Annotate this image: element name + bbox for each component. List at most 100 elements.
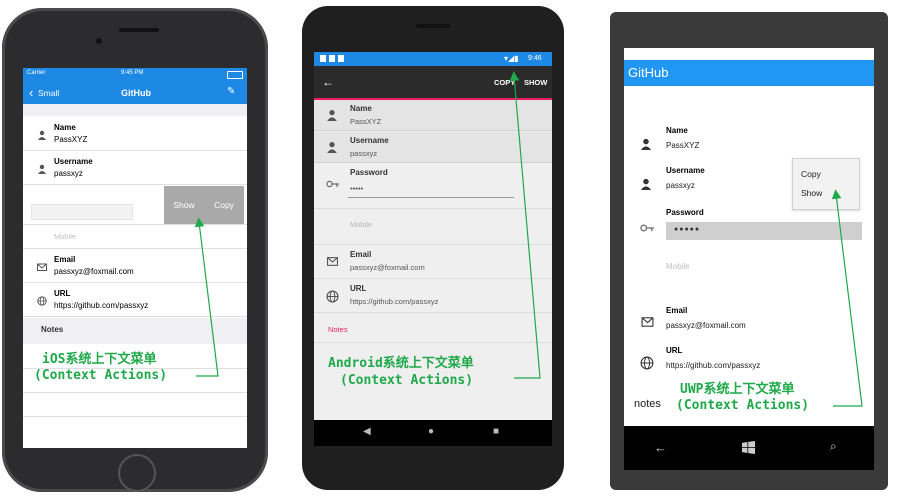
field-row-email[interactable]: Email passxyz@foxmail.com — [314, 246, 552, 279]
mail-icon — [327, 257, 338, 266]
field-label: Email — [54, 255, 76, 264]
field-label: URL — [666, 346, 683, 355]
field-value: passxyz — [350, 149, 378, 158]
recents-nav-icon[interactable]: ■ — [493, 426, 499, 437]
key-icon — [640, 224, 654, 232]
field-row-name[interactable]: Name PassXYZ — [23, 118, 247, 151]
notification-icon — [338, 55, 344, 62]
field-row-name[interactable]: Name PassXYZ — [314, 100, 552, 131]
uwp-caption-line2: (Context Actions) — [676, 398, 810, 413]
android-device: ▾◢▮ 9:46 ← COPY SHOW Name PassXYZ Userna… — [302, 6, 564, 490]
field-label: Username — [350, 136, 389, 145]
notification-icon — [320, 55, 326, 62]
copy-menu-item[interactable]: Copy — [801, 169, 821, 179]
ios-screen: Carrier 9:45 PM ‹ Small GitHub ✎ Name Pa… — [23, 68, 247, 448]
field-label: URL — [54, 289, 71, 298]
person-icon — [327, 141, 337, 153]
field-row-mobile[interactable]: Mobile — [314, 210, 552, 245]
page-title: GitHub — [628, 65, 669, 80]
copy-action-button[interactable]: Copy — [204, 186, 244, 224]
mail-icon — [641, 317, 654, 327]
status-time: 9:45 PM — [121, 70, 144, 76]
section-spacer — [23, 104, 247, 116]
password-value: ••••• — [350, 184, 364, 193]
globe-icon — [37, 296, 47, 306]
field-row-username[interactable]: Username passxyz — [314, 132, 552, 163]
mobile-placeholder: Mobile — [54, 232, 77, 241]
field-row-password-swiped[interactable]: Show Copy — [23, 186, 247, 225]
field-row-email[interactable]: Email passxyz@foxmail.com — [624, 304, 874, 340]
windows-start-icon[interactable] — [742, 441, 755, 454]
field-value: passxyz — [666, 181, 695, 190]
notes-label: Notes — [41, 325, 64, 334]
windows-nav-bar: ← ⌕ — [624, 426, 874, 470]
carrier-label: Carrier — [27, 70, 46, 76]
person-icon — [640, 138, 652, 150]
globe-icon — [640, 356, 654, 370]
field-value: passxyz@foxmail.com — [666, 321, 746, 330]
person-icon — [640, 178, 652, 190]
android-toolbar: ← COPY SHOW — [314, 66, 552, 100]
home-nav-icon[interactable]: ● — [428, 426, 434, 437]
field-value: passxyz@foxmail.com — [350, 263, 425, 272]
signal-wifi-battery-icon: ▾◢▮ — [504, 54, 519, 63]
back-nav-icon[interactable]: ◀ — [363, 426, 371, 437]
show-menu-item[interactable]: Show — [801, 188, 822, 198]
notes-section-header: Notes — [23, 318, 247, 344]
search-nav-icon[interactable]: ⌕ — [830, 439, 837, 454]
field-row-url[interactable]: URL https://github.com/passxyz — [624, 344, 874, 380]
field-value: passxyz — [54, 169, 83, 178]
back-button[interactable]: Small — [38, 88, 59, 98]
password-field[interactable]: ●●●●● — [666, 222, 862, 240]
context-menu: Copy Show — [792, 158, 860, 210]
field-label: Password — [350, 168, 388, 177]
ios-caption-line1: iOS系统上下文菜单 — [42, 352, 157, 367]
speaker-grille — [119, 28, 159, 32]
password-field[interactable] — [31, 204, 133, 220]
field-label: Name — [350, 104, 372, 113]
field-row-url[interactable]: URL https://github.com/passxyz — [23, 284, 247, 317]
field-value: PassXYZ — [54, 135, 88, 144]
uwp-caption-line1: UWP系统上下文菜单 — [680, 382, 795, 397]
speaker-grille — [416, 24, 450, 28]
field-value: https://github.com/passxyz — [666, 361, 761, 370]
person-icon — [327, 109, 337, 121]
iphone-device: Carrier 9:45 PM ‹ Small GitHub ✎ Name Pa… — [2, 8, 268, 492]
field-label: URL — [350, 284, 367, 293]
divider — [23, 392, 247, 393]
android-status-bar: ▾◢▮ 9:46 — [314, 52, 552, 66]
battery-icon — [227, 71, 243, 79]
show-action-button[interactable]: SHOW — [524, 78, 547, 87]
field-value: PassXYZ — [666, 141, 700, 150]
field-label: Username — [54, 157, 93, 166]
android-caption-line2: (Context Actions) — [340, 373, 474, 388]
field-row-mobile[interactable]: Mobile — [23, 226, 247, 249]
android-caption-line1: Android系统上下文菜单 — [328, 356, 474, 371]
copy-action-button[interactable]: COPY — [494, 78, 515, 87]
field-row-email[interactable]: Email passxyz@foxmail.com — [23, 250, 247, 283]
mail-icon — [37, 263, 47, 271]
field-row-password[interactable]: Password ••••• — [314, 164, 552, 209]
field-row-name[interactable]: Name PassXYZ — [624, 124, 874, 160]
windows-phone-device: GitHub Name PassXYZ Username passxyz Cop… — [610, 12, 888, 490]
field-value: https://github.com/passxyz — [54, 301, 149, 310]
field-label: Email — [350, 250, 372, 259]
back-arrow-icon[interactable]: ← — [322, 75, 334, 89]
field-row-url[interactable]: URL https://github.com/passxyz — [314, 280, 552, 313]
field-row-password[interactable]: Password ●●●●● — [624, 206, 874, 250]
key-icon — [326, 180, 339, 188]
input-underline — [348, 197, 514, 198]
field-row-mobile[interactable]: Mobile — [624, 256, 874, 280]
notes-label: Notes — [328, 325, 348, 334]
field-row-username[interactable]: Username passxyz — [23, 152, 247, 185]
ios-status-bar: Carrier 9:45 PM — [23, 68, 247, 80]
edit-pencil-icon[interactable]: ✎ — [227, 86, 235, 97]
field-label: Username — [666, 166, 705, 175]
home-button[interactable] — [118, 454, 156, 492]
show-action-button[interactable]: Show — [164, 186, 204, 224]
field-label: Password — [666, 208, 704, 217]
back-chevron-icon[interactable]: ‹ — [29, 85, 33, 100]
ios-caption-line2: (Context Actions) — [34, 368, 168, 383]
uwp-screen: GitHub Name PassXYZ Username passxyz Cop… — [624, 48, 874, 426]
back-nav-icon[interactable]: ← — [654, 440, 667, 455]
